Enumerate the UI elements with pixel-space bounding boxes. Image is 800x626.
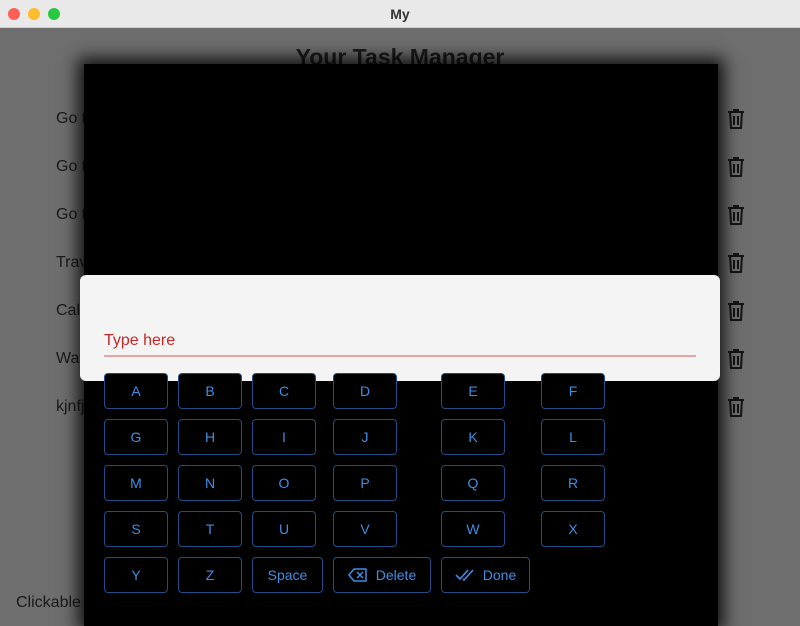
key-p[interactable]: P [333, 465, 397, 501]
task-input[interactable] [104, 327, 696, 357]
window-titlebar: My [0, 0, 800, 28]
key-y[interactable]: Y [104, 557, 168, 593]
key-c[interactable]: C [252, 373, 316, 409]
done-key-label: Done [482, 567, 517, 583]
key-u[interactable]: U [252, 511, 316, 547]
key-d[interactable]: D [333, 373, 397, 409]
key-v[interactable]: V [333, 511, 397, 547]
trash-icon[interactable] [726, 300, 746, 322]
key-w[interactable]: W [441, 511, 505, 547]
trash-icon[interactable] [726, 396, 746, 418]
key-b[interactable]: B [178, 373, 242, 409]
key-x[interactable]: X [541, 511, 605, 547]
double-check-icon [455, 569, 475, 581]
trash-icon[interactable] [726, 252, 746, 274]
done-key[interactable]: Done [441, 557, 530, 593]
trash-icon[interactable] [726, 156, 746, 178]
window-title: My [390, 6, 410, 22]
key-m[interactable]: M [104, 465, 168, 501]
trash-icon[interactable] [726, 204, 746, 226]
delete-key-label: Delete [375, 567, 417, 583]
key-a[interactable]: A [104, 373, 168, 409]
key-q[interactable]: Q [441, 465, 505, 501]
key-k[interactable]: K [441, 419, 505, 455]
backspace-icon [348, 568, 368, 582]
task-item[interactable]: Cal [56, 302, 80, 320]
key-g[interactable]: G [104, 419, 168, 455]
key-e[interactable]: E [441, 373, 505, 409]
trash-icon[interactable] [726, 108, 746, 130]
task-item[interactable]: kjnfj [56, 398, 84, 416]
key-j[interactable]: J [333, 419, 397, 455]
key-h[interactable]: H [178, 419, 242, 455]
space-key[interactable]: Space [252, 557, 323, 593]
delete-key[interactable]: Delete [333, 557, 431, 593]
key-r[interactable]: R [541, 465, 605, 501]
key-i[interactable]: I [252, 419, 316, 455]
key-t[interactable]: T [178, 511, 242, 547]
key-l[interactable]: L [541, 419, 605, 455]
trash-icon[interactable] [726, 348, 746, 370]
key-n[interactable]: N [178, 465, 242, 501]
key-f[interactable]: F [541, 373, 605, 409]
key-s[interactable]: S [104, 511, 168, 547]
input-dialog [80, 275, 720, 381]
key-z[interactable]: Z [178, 557, 242, 593]
key-o[interactable]: O [252, 465, 316, 501]
